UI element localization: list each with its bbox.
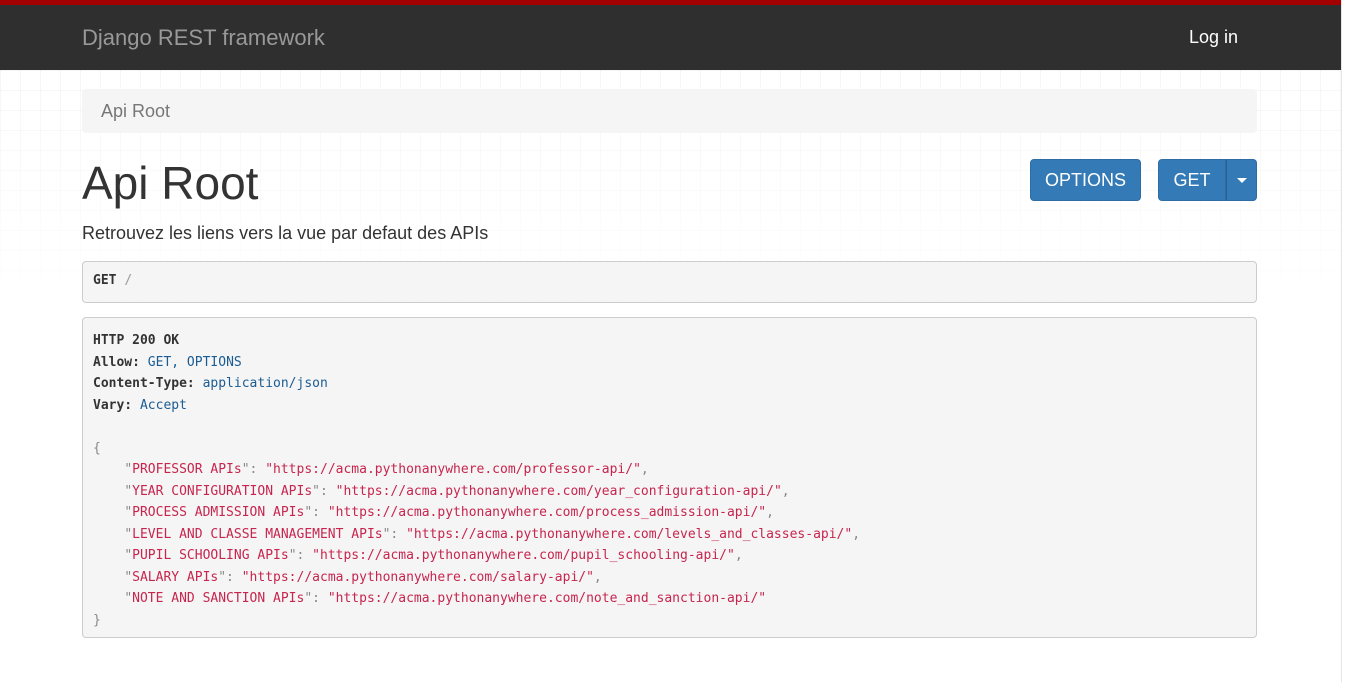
- api-link[interactable]: "https://acma.pythonanywhere.com/process…: [328, 505, 766, 520]
- page-scrollbar[interactable]: [1341, 0, 1345, 682]
- api-link[interactable]: "https://acma.pythonanywhere.com/year_co…: [336, 484, 782, 499]
- chevron-down-icon: [1236, 177, 1247, 183]
- header-name: Vary:: [93, 397, 133, 413]
- login-link[interactable]: Log in: [1189, 27, 1238, 48]
- api-link[interactable]: "https://acma.pythonanywhere.com/levels_…: [406, 527, 852, 542]
- page-description: Retrouvez les liens vers la vue par defa…: [82, 223, 489, 243]
- request-method: GET: [93, 273, 117, 288]
- json-open-brace: {: [93, 440, 101, 456]
- get-button[interactable]: GET: [1158, 159, 1226, 201]
- top-navbar: Django REST framework Log in: [0, 0, 1341, 70]
- response-status: HTTP 200 OK: [93, 333, 180, 348]
- api-link[interactable]: "https://acma.pythonanywhere.com/note_an…: [328, 591, 766, 606]
- header-value: application/json: [202, 376, 328, 391]
- response-info: HTTP 200 OK Allow: GET, OPTIONS Content-…: [82, 317, 1257, 638]
- json-key: PROCESS ADMISSION APIs: [132, 505, 305, 520]
- json-key: PUPIL SCHOOLING APIs: [132, 548, 289, 563]
- header-name: Content-Type:: [93, 376, 195, 391]
- json-close-brace: }: [93, 612, 101, 628]
- breadcrumb-item-active: Api Root: [101, 101, 171, 121]
- api-link[interactable]: "https://acma.pythonanywhere.com/salary-…: [242, 570, 594, 585]
- json-key: SALARY APIs: [132, 569, 219, 585]
- header-value: Accept: [139, 397, 187, 413]
- options-button[interactable]: OPTIONS: [1030, 159, 1141, 201]
- api-link[interactable]: "https://acma.pythonanywhere.com/pupil_s…: [312, 548, 735, 563]
- request-info: GET /: [82, 261, 1257, 303]
- brand-link[interactable]: Django REST framework: [82, 25, 325, 51]
- get-format-dropdown-toggle[interactable]: [1226, 159, 1257, 201]
- request-path: /: [124, 273, 133, 288]
- api-link[interactable]: "https://acma.pythonanywhere.com/profess…: [265, 462, 641, 477]
- header-value: GET, OPTIONS: [147, 354, 242, 370]
- header-name: Allow:: [93, 354, 140, 370]
- action-buttons: OPTIONS GET: [1030, 159, 1257, 201]
- page-header: Api Root OPTIONS GET Retrouvez les liens…: [82, 157, 1257, 243]
- json-key: PROFESSOR APIs: [132, 462, 242, 477]
- page-title: Api Root: [82, 157, 259, 209]
- json-key: YEAR CONFIGURATION APIs: [132, 483, 313, 499]
- json-key: LEVEL AND CLASSE MANAGEMENT APIs: [132, 526, 383, 542]
- main-content: Api Root Api Root OPTIONS GET Retrouvez …: [82, 89, 1257, 638]
- breadcrumb: Api Root: [82, 89, 1257, 133]
- json-key: NOTE AND SANCTION APIs: [132, 591, 305, 606]
